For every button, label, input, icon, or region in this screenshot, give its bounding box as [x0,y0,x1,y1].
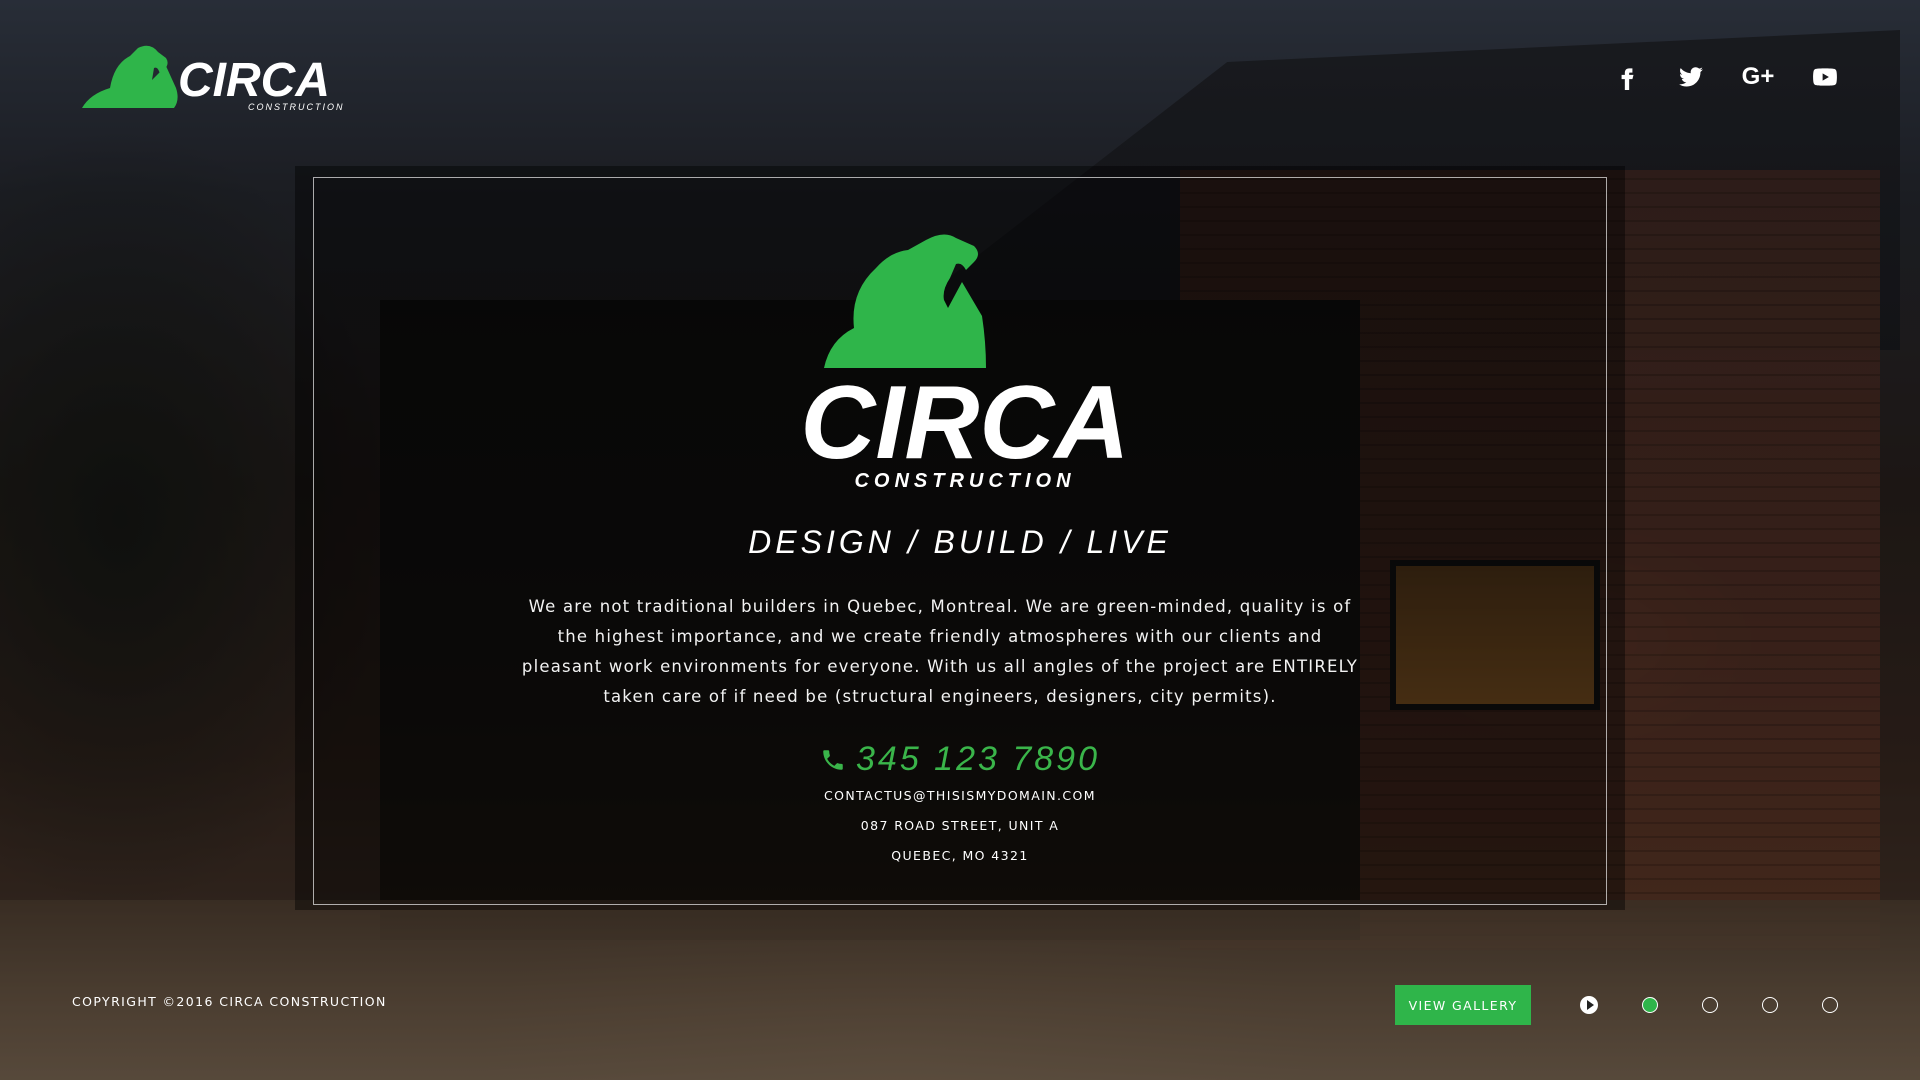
svg-text:CIRCA: CIRCA [800,365,1129,481]
beaver-logo-icon: CIRCA CONSTRUCTION [82,45,345,112]
slider-controls [1580,996,1838,1014]
contact-email[interactable]: CONTACTUS@THISISMYDOMAIN.COM [313,788,1607,803]
svg-text:CIRCA: CIRCA [178,54,330,107]
copyright-text: COPYRIGHT ©2016 CIRCA CONSTRUCTION [72,994,387,1009]
hero-logo: CIRCA CONSTRUCTION [730,212,1200,492]
contact-street: 087 ROAD STREET, UNIT A [860,818,1060,833]
google-plus-icon[interactable]: G+ [1738,60,1778,94]
beaver-logo-large-icon: CIRCA CONSTRUCTION [800,234,1130,492]
slide-dot-4[interactable] [1822,997,1838,1013]
slide-dot-3[interactable] [1762,997,1778,1013]
phone-number: 345 123 7890 [856,740,1100,778]
facebook-icon[interactable] [1610,60,1644,94]
twitter-icon[interactable] [1674,60,1708,94]
svg-text:CONSTRUCTION: CONSTRUCTION [248,102,345,112]
youtube-icon[interactable] [1808,60,1842,94]
play-icon[interactable] [1580,996,1598,1014]
hero-description: We are not traditional builders in Quebe… [521,597,1359,706]
header-logo[interactable]: CIRCA CONSTRUCTION [80,44,390,114]
social-links: G+ [1610,60,1842,94]
phone-icon [823,749,843,770]
slide-dot-1[interactable] [1642,997,1658,1013]
contact-phone[interactable]: 345 123 7890 [313,740,1607,779]
view-gallery-button[interactable]: VIEW GALLERY [1395,985,1531,1025]
svg-text:CONSTRUCTION: CONSTRUCTION [854,470,1075,492]
contact-city: QUEBEC, MO 4321 [891,848,1029,863]
hero-tagline: DESIGN / BUILD / LIVE [748,524,1172,560]
slide-dot-2[interactable] [1702,997,1718,1013]
